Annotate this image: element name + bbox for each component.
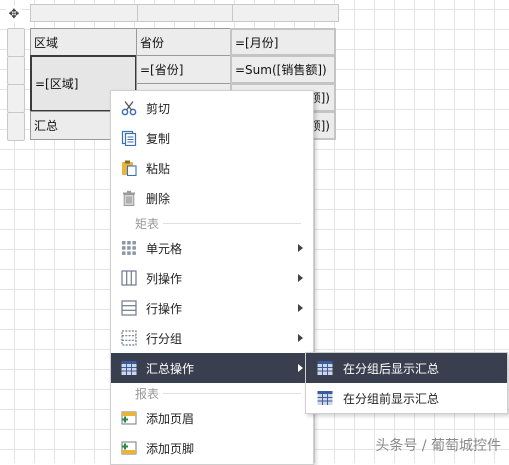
menu-item-add-header[interactable]: 添加页眉 [111,403,313,433]
summary-table-icon [121,360,137,376]
cell-province-field[interactable]: =[省份] [136,55,231,84]
row-header-4[interactable] [7,112,25,141]
menu-item-delete[interactable]: 删除 [111,183,313,213]
menu-label: 删除 [146,191,171,206]
column-header-3[interactable] [232,4,339,22]
menu-label: 复制 [146,131,171,146]
submenu-arrow-icon [298,274,303,282]
cell-sum-sales[interactable]: =Sum([销售额]) [230,55,336,84]
group-label-matrix: 矩表 [111,214,313,232]
copy-icon [121,130,137,147]
menu-label: 行操作 [146,301,183,316]
summary-before-icon [317,390,333,406]
watermark: 头条号 / 葡萄城控件 [375,438,501,454]
menu-label: 添加页眉 [146,411,195,426]
menu-item-summary-ops[interactable]: 汇总操作 [111,353,313,383]
summary-after-icon [317,360,333,376]
submenu-item-show-before[interactable]: 在分组前显示汇总 [306,383,507,413]
add-page-header-icon [121,410,137,426]
menu-label: 列操作 [146,271,183,286]
menu-label: 剪切 [146,101,171,116]
group-divider [163,222,301,224]
summary-submenu: 在分组后显示汇总 在分组前显示汇总 [305,352,508,414]
scissors-icon [121,100,137,116]
group-label-text: 报表 [135,384,164,402]
menu-label: 汇总操作 [146,361,195,376]
menu-item-column-ops[interactable]: 列操作 [111,263,313,293]
move-handle-icon[interactable]: ✥ [6,6,22,22]
row-header-2[interactable] [7,56,25,85]
row-header-1[interactable] [7,28,25,57]
columns-icon [121,270,137,286]
row-group-icon [121,330,137,346]
menu-item-copy[interactable]: 复制 [111,123,313,153]
submenu-arrow-icon [298,364,303,372]
paste-icon [121,160,137,177]
group-label-text: 矩表 [135,214,164,232]
submenu-arrow-icon [298,244,303,252]
group-label-report: 报表 [111,384,313,402]
menu-label: 单元格 [146,241,183,256]
menu-item-cut[interactable]: 剪切 [111,93,313,123]
menu-label: 粘贴 [146,161,171,176]
cell-grid-icon [121,240,137,256]
column-headers [30,4,339,22]
menu-item-cell[interactable]: 单元格 [111,233,313,263]
menu-item-row-ops[interactable]: 行操作 [111,293,313,323]
add-page-footer-icon [121,440,137,456]
column-header-1[interactable] [30,4,138,22]
row-headers [7,28,25,141]
cell-province-header[interactable]: 省份 [136,28,231,56]
submenu-item-show-after[interactable]: 在分组后显示汇总 [306,353,507,383]
cell-region-header[interactable]: 区域 [30,28,137,56]
submenu-label: 在分组前显示汇总 [343,391,440,406]
column-header-2[interactable] [137,4,233,22]
menu-label: 行分组 [146,331,183,346]
group-divider [163,392,301,394]
menu-item-paste[interactable]: 粘贴 [111,153,313,183]
row-header-3[interactable] [7,84,25,113]
menu-item-row-group[interactable]: 行分组 [111,323,313,353]
cell-month-field[interactable]: =[月份] [230,28,336,56]
context-menu: 剪切 复制 粘贴 删除 矩表 单元格 列操作 行操作 行分组 汇总操作 报表 添… [110,90,314,465]
trash-icon [121,190,137,206]
menu-label: 添加页脚 [146,441,195,456]
submenu-arrow-icon [298,334,303,342]
submenu-label: 在分组后显示汇总 [343,361,440,376]
rows-icon [121,300,137,316]
menu-item-add-footer[interactable]: 添加页脚 [111,433,313,463]
submenu-arrow-icon [298,304,303,312]
